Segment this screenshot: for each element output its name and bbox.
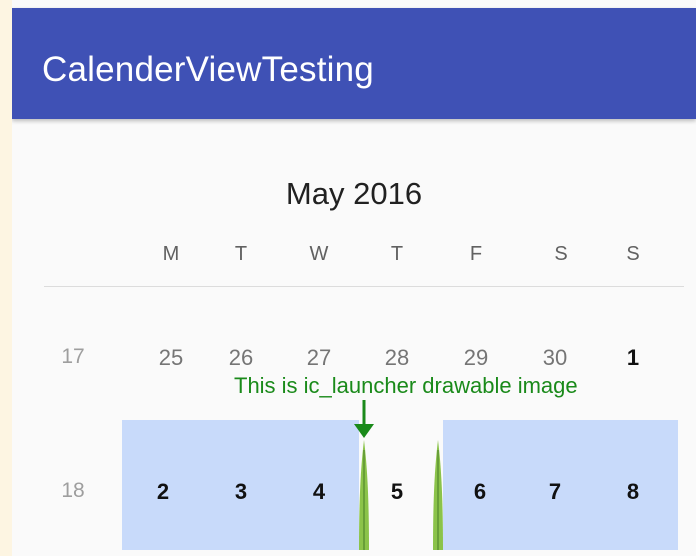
week-number: 17 bbox=[61, 345, 85, 368]
day-cell[interactable]: 1 bbox=[603, 345, 663, 371]
down-arrow-icon bbox=[354, 400, 374, 438]
header-divider bbox=[44, 286, 684, 287]
day-cell[interactable]: 7 bbox=[525, 479, 585, 505]
day-cell[interactable]: 29 bbox=[446, 345, 506, 371]
day-cell[interactable]: 26 bbox=[211, 345, 271, 371]
weekday-friday: F bbox=[469, 243, 483, 265]
day-cell[interactable]: 3 bbox=[211, 479, 271, 505]
day-cell[interactable]: 30 bbox=[525, 345, 585, 371]
weekday-sunday: S bbox=[626, 243, 640, 265]
week-number: 18 bbox=[61, 479, 85, 502]
day-cell[interactable]: 4 bbox=[289, 479, 349, 505]
day-cell[interactable]: 8 bbox=[603, 479, 663, 505]
app-bar: CalenderViewTesting bbox=[12, 8, 696, 119]
weekday-tuesday: T bbox=[234, 243, 248, 265]
app-title: CalenderViewTesting bbox=[42, 50, 374, 89]
weekday-wednesday: W bbox=[309, 243, 329, 265]
annotation-label: This is ic_launcher drawable image bbox=[234, 373, 578, 398]
weekday-thursday: T bbox=[390, 243, 404, 265]
selected-day-cell[interactable]: 5 bbox=[367, 479, 427, 505]
ic-launcher-leaf-icon bbox=[433, 440, 443, 550]
month-title: May 2016 bbox=[285, 176, 423, 211]
day-cell[interactable]: 6 bbox=[450, 479, 510, 505]
weekday-monday: M bbox=[162, 243, 180, 265]
day-cell[interactable]: 2 bbox=[133, 479, 193, 505]
weekday-saturday: S bbox=[554, 243, 568, 265]
app-screen: CalenderViewTesting May 2016 M T W T F S… bbox=[12, 0, 696, 556]
day-cell[interactable]: 27 bbox=[289, 345, 349, 371]
day-cell[interactable]: 28 bbox=[367, 345, 427, 371]
day-cell[interactable]: 25 bbox=[141, 345, 201, 371]
